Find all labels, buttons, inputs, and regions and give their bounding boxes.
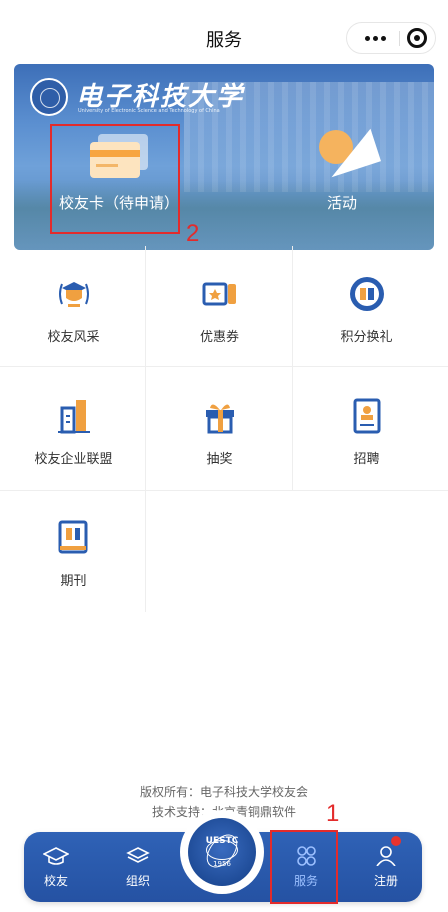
service-label: 招聘	[353, 452, 380, 467]
gift-box-icon	[205, 404, 234, 434]
points-badge-icon	[349, 277, 384, 311]
copyright-text: 版权所有：电子科技大学校友会	[139, 785, 308, 799]
university-english-name: University of Electronic Science and Tec…	[78, 108, 220, 114]
activity-label: 活动	[326, 194, 357, 212]
journal-book-icon	[58, 520, 87, 554]
uestc-emblem-icon	[188, 818, 256, 886]
center-logo-year: 1956	[213, 860, 231, 868]
coupon-ticket-icon	[202, 282, 236, 306]
graduate-laurel-icon	[58, 282, 89, 307]
activity-entry[interactable]: 活动	[282, 128, 402, 213]
layers-icon	[126, 847, 150, 863]
service-item-recruitment[interactable]: 招聘	[293, 368, 440, 490]
service-label: 校友企业联盟	[34, 452, 113, 467]
annotation-box-2	[50, 124, 180, 234]
center-logo-text: UESTC	[205, 836, 239, 846]
service-page: 服务 电子科技大学 University of Electronic Scien…	[0, 0, 448, 912]
service-item-coupon[interactable]: 优惠券	[146, 246, 293, 368]
graduation-cap-icon	[43, 847, 69, 865]
tab-label: 注册	[373, 874, 398, 888]
tab-label: 校友	[43, 874, 68, 888]
annotation-box-1	[270, 830, 338, 904]
service-item-alumni-enterprise[interactable]: 校友企业联盟	[0, 368, 147, 490]
register-notification-dot	[391, 836, 401, 846]
service-item-journal[interactable]: 期刊	[0, 490, 147, 612]
annotation-number-2: 2	[186, 220, 200, 247]
service-item-alumni-style[interactable]: 校友风采	[0, 246, 147, 368]
user-icon	[376, 846, 396, 866]
annotation-number-1: 1	[326, 800, 340, 827]
service-label: 积分换礼	[340, 330, 393, 345]
center-logo[interactable]: UESTC 1956	[180, 810, 264, 894]
tab-alumni[interactable]: 校友	[24, 846, 88, 896]
more-dots-icon[interactable]	[357, 23, 393, 53]
target-circle-icon[interactable]	[407, 28, 427, 48]
mini-program-capsule	[346, 22, 436, 54]
tab-label: 组织	[125, 874, 150, 888]
university-seal-icon	[30, 78, 68, 116]
service-label: 抽奖	[206, 452, 233, 467]
service-label: 校友风采	[47, 330, 100, 345]
tab-register[interactable]: 注册	[354, 846, 418, 896]
resume-id-icon	[353, 398, 380, 434]
capsule-divider	[399, 31, 400, 46]
service-label: 优惠券	[199, 330, 239, 345]
service-item-points-gift[interactable]: 积分换礼	[293, 246, 440, 368]
paper-plane-icon	[307, 128, 381, 178]
buildings-icon	[57, 400, 90, 434]
service-item-lottery[interactable]: 抽奖	[146, 368, 293, 490]
service-label: 期刊	[60, 574, 87, 589]
tab-organization[interactable]: 组织	[106, 846, 170, 896]
